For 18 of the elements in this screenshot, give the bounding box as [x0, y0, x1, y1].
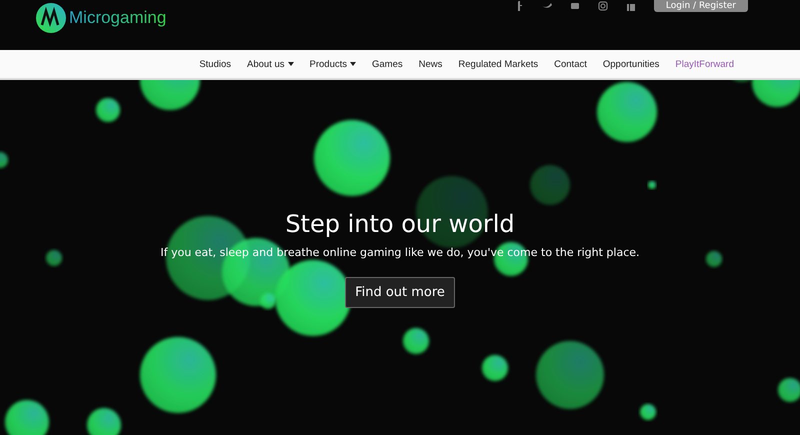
nav-link[interactable]: Opportunities [594, 58, 668, 70]
nav-link[interactable]: Studios [191, 58, 239, 70]
hero-title: Step into our world [285, 210, 515, 238]
nav-link[interactable]: About us [239, 58, 302, 70]
nav-link[interactable]: Regulated Markets [450, 58, 546, 70]
caret-icon [350, 62, 356, 66]
nav-link[interactable]: PlayItForward [667, 58, 742, 70]
find-out-more-button[interactable]: Find out more [345, 277, 455, 308]
camera-icon[interactable] [598, 1, 608, 11]
login-button[interactable]: Login / Register [654, 0, 748, 12]
nav-link[interactable]: Products [302, 58, 364, 70]
nav-link[interactable]: News [410, 58, 450, 70]
nav-link[interactable]: Contact [546, 58, 595, 70]
nav-link[interactable]: Games [364, 58, 411, 70]
logo-icon [36, 3, 66, 33]
video-icon[interactable] [570, 1, 580, 11]
logo-text[interactable]: Microgaming [69, 8, 166, 28]
caret-icon [288, 62, 294, 66]
